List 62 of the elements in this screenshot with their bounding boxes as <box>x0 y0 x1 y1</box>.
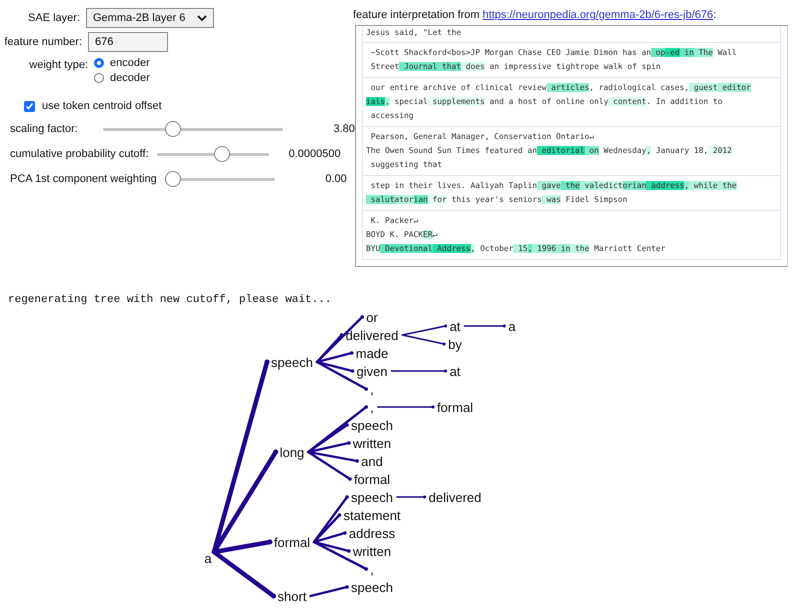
option-label: decoder <box>110 72 150 84</box>
radio-button[interactable] <box>94 58 104 68</box>
colon-text: : <box>713 9 716 21</box>
tree-word: a <box>508 319 516 334</box>
tree-word: , <box>370 382 374 397</box>
slider-thumb[interactable] <box>214 146 230 162</box>
tree-edge <box>402 334 446 346</box>
tree-word: formal <box>354 472 390 487</box>
tree-word: short <box>278 589 306 604</box>
tree-word: address <box>348 526 396 541</box>
tree-word: made <box>356 346 388 361</box>
slider-value: 3.80 <box>332 122 355 134</box>
tree-edge <box>377 406 434 408</box>
tree-word: a <box>204 551 212 566</box>
slider-thumb[interactable] <box>164 170 181 186</box>
tree-word: formal <box>274 535 310 550</box>
tree-word: at <box>450 319 460 334</box>
tree-word: and <box>361 454 383 469</box>
tree-word: delivered <box>428 490 482 505</box>
slider-label: PCA 1st component weighting <box>10 172 157 184</box>
slider[interactable] <box>102 120 283 136</box>
slider-value: 0.00 <box>324 172 347 184</box>
checkbox-label: use token centroid offset <box>42 100 162 112</box>
tree-word: speech <box>351 490 393 505</box>
tree-edge <box>396 496 426 498</box>
tree-word: , <box>370 400 374 415</box>
tree-word: statement <box>343 508 401 523</box>
slider-label: scaling factor: <box>10 122 78 134</box>
tree-word: long <box>280 445 304 460</box>
tree-edge <box>402 324 448 336</box>
tree-word: at <box>450 364 460 379</box>
interpretation-heading: feature interpretation from <box>353 9 480 21</box>
neuronpedia-link[interactable]: https://neuronpedia.org/gemma-2b/6-res-jb/676 <box>482 9 714 21</box>
slider-label: cumulative probability cutoff: <box>10 148 149 160</box>
tree-edge <box>309 585 349 598</box>
field-label: SAE layer: <box>27 12 80 24</box>
chevron-icon <box>197 14 207 22</box>
status-message: regenerating tree with new cutoff, please wait... <box>7 293 332 307</box>
tree-word: written <box>352 544 392 559</box>
tree-word: by <box>448 337 462 352</box>
tree-word: , <box>370 562 374 577</box>
tree-edge <box>464 324 506 328</box>
layer-dropdown[interactable]: Gemma-2B layer 6 <box>86 8 214 28</box>
tree-word: delivered <box>346 328 398 343</box>
tree-word: given <box>356 364 388 379</box>
slider-thumb[interactable] <box>165 120 182 136</box>
radio-button[interactable] <box>94 73 104 83</box>
slider[interactable] <box>164 170 275 186</box>
tree-word: speech <box>351 418 393 433</box>
tree-word: or <box>366 310 378 325</box>
option-label: encoder <box>110 57 150 69</box>
tree-edge <box>390 370 448 372</box>
slider-value: 0.0000500 <box>288 148 341 160</box>
field-label: weight type: <box>28 59 88 71</box>
tree-word: speech <box>271 355 313 370</box>
slider[interactable] <box>156 146 269 162</box>
tree-word: formal <box>436 400 474 415</box>
tree-word: written <box>352 436 392 451</box>
tree-word: speech <box>351 580 393 595</box>
feature-number-input[interactable]: 676 <box>88 32 168 52</box>
checkbox[interactable] <box>24 100 35 112</box>
field-label: feature number: <box>3 36 82 48</box>
